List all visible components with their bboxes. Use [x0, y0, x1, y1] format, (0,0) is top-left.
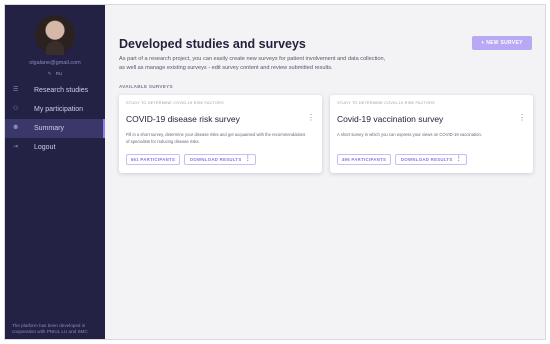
page-title: Developed studies and surveys — [119, 37, 306, 51]
participants-button[interactable]: 496 PARTICIPANTS — [337, 154, 391, 165]
more-vert-icon[interactable]: ⋮ — [307, 113, 315, 122]
download-results-button[interactable]: DOWNLOAD RESULTS ⋮ — [395, 154, 467, 165]
intro-text: As part of a research project, you can e… — [119, 56, 386, 71]
download-results-label: DOWNLOAD RESULTS — [190, 157, 242, 162]
language-switch[interactable]: ✎ RU — [5, 71, 105, 77]
sidebar: olgalane@gmail.com ✎ RU ☰ Research studi… — [5, 5, 105, 339]
new-survey-button[interactable]: + NEW SURVEY — [472, 36, 532, 50]
sidebar-item-summary[interactable]: ⚉ Summary — [5, 119, 105, 138]
more-vert-icon[interactable]: ⋮ — [245, 155, 251, 164]
logout-icon: ⇥ — [13, 144, 19, 150]
card-description: A short survey in which you can express … — [337, 132, 482, 137]
avatar[interactable] — [35, 15, 75, 55]
participants-button[interactable]: 661 PARTICIPANTS — [126, 154, 180, 165]
card-description: Fill in a short survey, determine your d… — [126, 132, 306, 144]
people-icon: ⚉ — [13, 125, 19, 131]
survey-card[interactable]: STUDY TO DETERMINE COVID-19 RISK FACTORS… — [330, 95, 533, 173]
sidebar-nav: ☰ Research studies ⚇ My participation ⚉ … — [5, 81, 105, 157]
user-email: olgalane@gmail.com — [29, 60, 81, 66]
more-vert-icon[interactable]: ⋮ — [518, 113, 526, 122]
section-label: AVAILABLE SURVEYS — [119, 84, 173, 89]
card-title: COVID-19 disease risk survey — [126, 114, 240, 124]
sidebar-item-my-participation[interactable]: ⚇ My participation — [5, 100, 105, 119]
edit-icon[interactable]: ✎ — [48, 71, 52, 77]
app-window: olgalane@gmail.com ✎ RU ☰ Research studi… — [4, 4, 546, 340]
sidebar-item-label: Summary — [34, 125, 64, 132]
card-title: Covid-19 vaccination survey — [337, 114, 444, 124]
footer-note: The platform has been developed in coope… — [12, 323, 88, 334]
main-content: Developed studies and surveys + NEW SURV… — [105, 5, 545, 339]
card-kicker: STUDY TO DETERMINE COVID-19 RISK FACTORS — [337, 101, 435, 105]
card-kicker: STUDY TO DETERMINE COVID-19 RISK FACTORS — [126, 101, 224, 105]
users-icon: ⚇ — [13, 106, 19, 112]
sidebar-item-logout[interactable]: ⇥ Logout — [5, 138, 105, 157]
survey-card[interactable]: STUDY TO DETERMINE COVID-19 RISK FACTORS… — [119, 95, 322, 173]
sidebar-item-research-studies[interactable]: ☰ Research studies — [5, 81, 105, 100]
download-results-label: DOWNLOAD RESULTS — [401, 157, 453, 162]
download-results-button[interactable]: DOWNLOAD RESULTS ⋮ — [184, 154, 256, 165]
more-vert-icon[interactable]: ⋮ — [456, 155, 462, 164]
sidebar-item-label: Research studies — [34, 87, 89, 94]
sidebar-item-label: My participation — [34, 106, 84, 113]
language-label[interactable]: RU — [56, 71, 63, 76]
list-icon: ☰ — [13, 87, 19, 93]
sidebar-item-label: Logout — [34, 144, 56, 151]
